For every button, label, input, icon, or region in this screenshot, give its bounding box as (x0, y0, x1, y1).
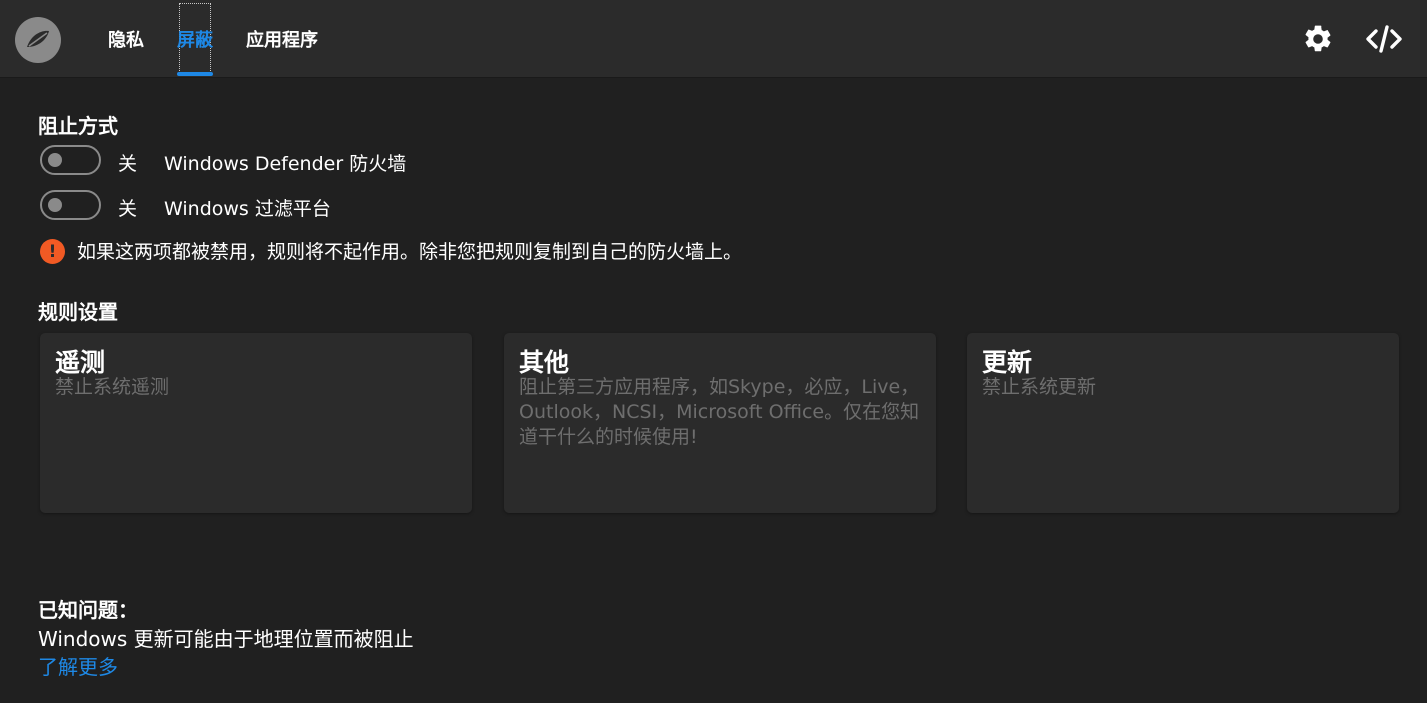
rules-settings-title: 规则设置 (38, 300, 118, 324)
filtering-platform-toggle[interactable] (40, 190, 101, 220)
card-description: 禁止系统更新 (982, 376, 1097, 398)
toggle-knob (48, 153, 62, 167)
card-updates[interactable]: 更新 禁止系统更新 (967, 333, 1399, 513)
code-icon[interactable] (1365, 20, 1403, 58)
card-title: 遥测 (55, 348, 106, 377)
defender-firewall-toggle[interactable] (40, 145, 101, 175)
tab-apps[interactable]: 应用程序 (246, 30, 318, 52)
tab-blocking[interactable]: 屏蔽 (177, 30, 213, 52)
card-title: 其他 (519, 348, 570, 377)
known-issues-title: 已知问题： (38, 598, 138, 622)
active-tab-indicator (177, 72, 213, 76)
defender-firewall-state: 关 (118, 153, 138, 175)
card-telemetry[interactable]: 遥测 禁止系统遥测 (40, 333, 472, 513)
card-description: 阻止第三方应用程序，如Skype，必应，Live，Outlook，NCSI，Mi… (519, 376, 920, 448)
card-title: 更新 (982, 348, 1033, 377)
top-bar: 隐私 屏蔽 应用程序 (0, 0, 1427, 78)
toggle-knob (48, 198, 62, 212)
learn-more-link[interactable]: 了解更多 (38, 651, 118, 680)
card-description: 禁止系统遥测 (55, 376, 170, 398)
warning-text: 如果这两项都被禁用，规则将不起作用。除非您把规则复制到自己的防火墙上。 (77, 241, 743, 263)
app-logo-icon[interactable] (15, 17, 61, 63)
defender-firewall-label: Windows Defender 防火墙 (164, 153, 407, 175)
filtering-platform-state: 关 (118, 198, 138, 220)
warning-icon: ! (40, 239, 65, 264)
blocking-method-title: 阻止方式 (38, 114, 118, 138)
filtering-platform-label: Windows 过滤平台 (164, 198, 331, 220)
gear-icon[interactable] (1299, 20, 1337, 58)
known-issues-text: Windows 更新可能由于地理位置而被阻止 (38, 627, 414, 651)
tab-privacy[interactable]: 隐私 (108, 30, 144, 52)
card-other[interactable]: 其他 阻止第三方应用程序，如Skype，必应，Live，Outlook，NCSI… (504, 333, 936, 513)
